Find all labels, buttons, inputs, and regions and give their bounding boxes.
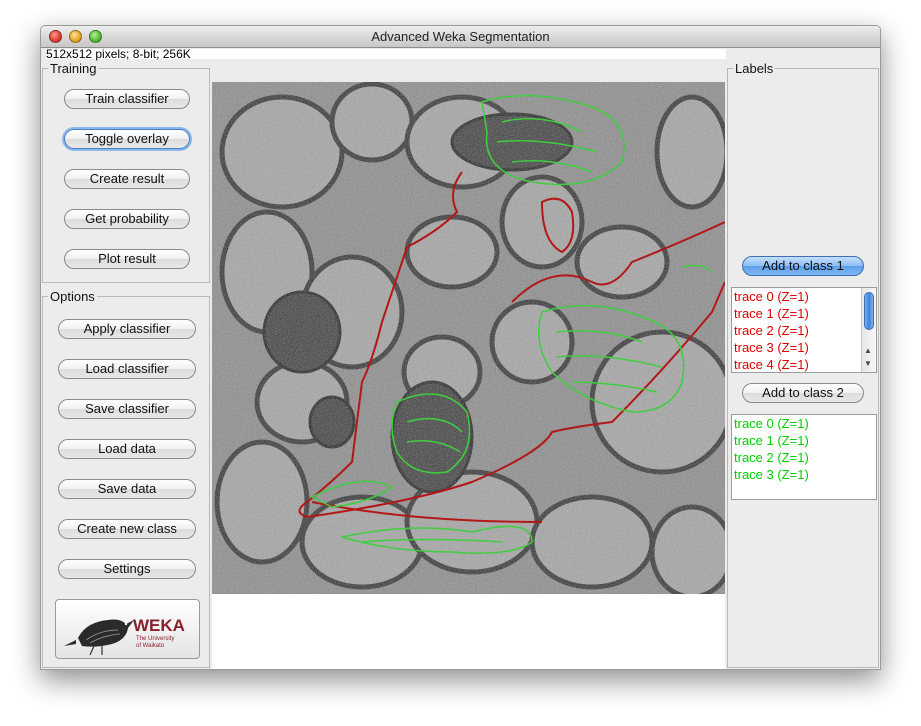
class-2-trace[interactable]: trace 1 (Z=1): [732, 432, 876, 449]
weka-logo-sub1: The University: [136, 636, 174, 642]
labels-panel: Labels Add to class 1 trace 0 (Z=1) trac…: [727, 61, 879, 668]
class-1-trace[interactable]: trace 0 (Z=1): [732, 288, 876, 305]
labels-legend: Labels: [733, 61, 776, 76]
apply-classifier-button[interactable]: Apply classifier: [58, 319, 196, 339]
canvas-margin: [212, 594, 725, 669]
scroll-up-icon[interactable]: ▲: [864, 346, 872, 355]
em-image[interactable]: [212, 82, 725, 594]
scroll-down-icon[interactable]: ▼: [864, 359, 872, 368]
class-1-trace[interactable]: trace 4 (Z=1): [732, 356, 876, 373]
class-1-trace[interactable]: trace 2 (Z=1): [732, 322, 876, 339]
save-data-button[interactable]: Save data: [58, 479, 196, 499]
add-to-class-1-button[interactable]: Add to class 1: [742, 256, 864, 276]
plot-result-button[interactable]: Plot result: [64, 249, 190, 269]
class-1-scrollbar[interactable]: ▲ ▼: [861, 288, 876, 372]
main-content: 512x512 pixels; 8-bit; 256K Training Tra…: [41, 48, 880, 669]
load-classifier-button[interactable]: Load classifier: [58, 359, 196, 379]
toggle-overlay-button[interactable]: Toggle overlay: [64, 129, 190, 149]
weka-bird-icon: WEKA The University of Waikato: [64, 616, 185, 656]
load-data-button[interactable]: Load data: [58, 439, 196, 459]
window-title: Advanced Weka Segmentation: [371, 29, 550, 44]
app-window: Advanced Weka Segmentation 512x512 pixel…: [40, 25, 881, 670]
create-result-button[interactable]: Create result: [64, 169, 190, 189]
train-classifier-button[interactable]: Train classifier: [64, 89, 190, 109]
scroll-thumb[interactable]: [864, 292, 874, 330]
image-info: 512x512 pixels; 8-bit; 256K: [46, 48, 726, 60]
class-1-trace[interactable]: trace 3 (Z=1): [732, 339, 876, 356]
class-2-trace[interactable]: trace 2 (Z=1): [732, 449, 876, 466]
options-panel: Options Apply classifier Load classifier…: [42, 289, 210, 668]
options-legend: Options: [48, 289, 97, 304]
weka-logo-button[interactable]: WEKA The University of Waikato: [55, 599, 200, 659]
create-new-class-button[interactable]: Create new class: [58, 519, 196, 539]
add-to-class-2-button[interactable]: Add to class 2: [742, 383, 864, 403]
training-legend: Training: [48, 61, 99, 76]
settings-button[interactable]: Settings: [58, 559, 196, 579]
class-2-trace-list[interactable]: trace 0 (Z=1) trace 1 (Z=1) trace 2 (Z=1…: [731, 414, 877, 500]
class-1-trace[interactable]: trace 1 (Z=1): [732, 305, 876, 322]
training-panel: Training Train classifier Toggle overlay…: [42, 61, 210, 283]
class-2-trace[interactable]: trace 3 (Z=1): [732, 466, 876, 483]
image-canvas[interactable]: [212, 82, 725, 594]
title-bar: Advanced Weka Segmentation: [41, 26, 880, 48]
save-classifier-button[interactable]: Save classifier: [58, 399, 196, 419]
weka-logo-text: WEKA: [133, 616, 185, 635]
get-probability-button[interactable]: Get probability: [64, 209, 190, 229]
weka-logo-sub2: of Waikato: [136, 643, 165, 649]
class-2-trace[interactable]: trace 0 (Z=1): [732, 415, 876, 432]
class-1-trace-list[interactable]: trace 0 (Z=1) trace 1 (Z=1) trace 2 (Z=1…: [731, 287, 877, 373]
